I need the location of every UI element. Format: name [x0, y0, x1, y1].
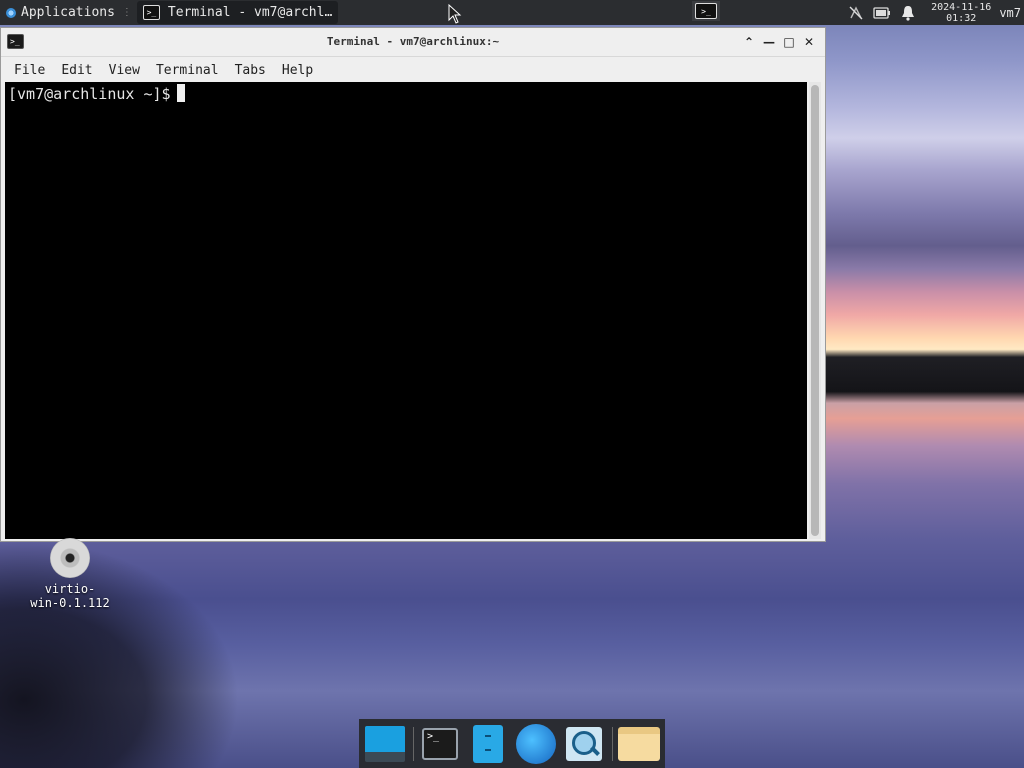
- close-button[interactable]: ✕: [799, 33, 819, 51]
- text-cursor: [176, 84, 185, 102]
- mouse-pointer-icon: [448, 4, 462, 24]
- dock-terminal[interactable]: >_: [418, 722, 462, 766]
- dock-separator: [413, 726, 414, 761]
- shell-prompt: [vm7@archlinux ~]$: [8, 85, 171, 103]
- taskbar-terminal-button[interactable]: >_ Terminal - vm7@archl…: [136, 1, 339, 24]
- menu-tabs[interactable]: Tabs: [227, 63, 274, 78]
- shade-button[interactable]: ⌃: [739, 33, 759, 51]
- terminal-scrollbar[interactable]: [809, 82, 821, 539]
- dock-home-folder[interactable]: [617, 722, 661, 766]
- notification-bell-icon[interactable]: [899, 4, 917, 22]
- minimize-button[interactable]: —: [759, 33, 779, 51]
- folder-icon: [618, 726, 660, 761]
- desktop-icon-virtio-win[interactable]: virtio- win-0.1.112: [18, 538, 122, 610]
- dock-app-finder[interactable]: [562, 722, 606, 766]
- menu-help[interactable]: Help: [274, 63, 321, 78]
- file-manager-icon: [473, 724, 503, 763]
- terminal-icon: >_: [142, 5, 160, 20]
- show-desktop-icon: [365, 725, 405, 762]
- menu-edit[interactable]: Edit: [53, 63, 100, 78]
- desktop-icon-label-line2: win-0.1.112: [30, 596, 110, 610]
- clock-time: 01:32: [946, 12, 977, 24]
- terminal-output-area[interactable]: [vm7@archlinux ~]$: [5, 82, 807, 539]
- terminal-window: >_ Terminal - vm7@archlinux:~ ⌃ — □ ✕ Fi…: [0, 27, 826, 542]
- panel-clock[interactable]: 2024-11-16 01:32: [931, 2, 991, 24]
- menu-bar: File Edit View Terminal Tabs Help: [1, 57, 825, 83]
- dock-file-manager[interactable]: [466, 722, 510, 766]
- app-finder-icon: [566, 726, 602, 761]
- applications-menu-button[interactable]: Applications: [0, 0, 119, 25]
- window-titlebar[interactable]: >_ Terminal - vm7@archlinux:~ ⌃ — □ ✕: [1, 28, 825, 57]
- top-panel: Applications ⋮ >_ Terminal - vm7@archl… …: [0, 0, 1024, 25]
- dock-separator: [612, 726, 613, 761]
- user-menu-button[interactable]: vm7: [999, 6, 1021, 20]
- terminal-icon: >_: [695, 3, 717, 19]
- scrollbar-thumb[interactable]: [811, 85, 819, 536]
- panel-terminal-launcher[interactable]: >_: [692, 1, 720, 21]
- xfce-logo-icon: [4, 6, 18, 20]
- optical-disc-icon: [50, 538, 90, 578]
- window-controls: ⌃ — □ ✕: [739, 33, 819, 51]
- system-tray: 2024-11-16 01:32 vm7: [843, 0, 1024, 25]
- menu-terminal[interactable]: Terminal: [148, 63, 227, 78]
- dock-show-desktop[interactable]: [363, 722, 407, 766]
- maximize-button[interactable]: □: [779, 33, 799, 51]
- dock-web-browser[interactable]: [514, 722, 558, 766]
- web-browser-icon: [516, 723, 556, 764]
- battery-icon[interactable]: [873, 4, 891, 22]
- applications-label: Applications: [21, 5, 115, 20]
- network-disconnected-icon[interactable]: [847, 4, 865, 22]
- desktop-icon-label-line1: virtio-: [44, 582, 96, 596]
- menu-file[interactable]: File: [6, 63, 53, 78]
- menu-view[interactable]: View: [101, 63, 148, 78]
- clock-date: 2024-11-16: [931, 1, 992, 13]
- taskbar-terminal-label: Terminal - vm7@archl…: [167, 5, 333, 20]
- bottom-dock: >_: [359, 719, 665, 768]
- terminal-icon: >_: [422, 727, 458, 760]
- panel-separator: ⋮: [121, 7, 132, 18]
- window-title: Terminal - vm7@archlinux:~: [326, 35, 500, 48]
